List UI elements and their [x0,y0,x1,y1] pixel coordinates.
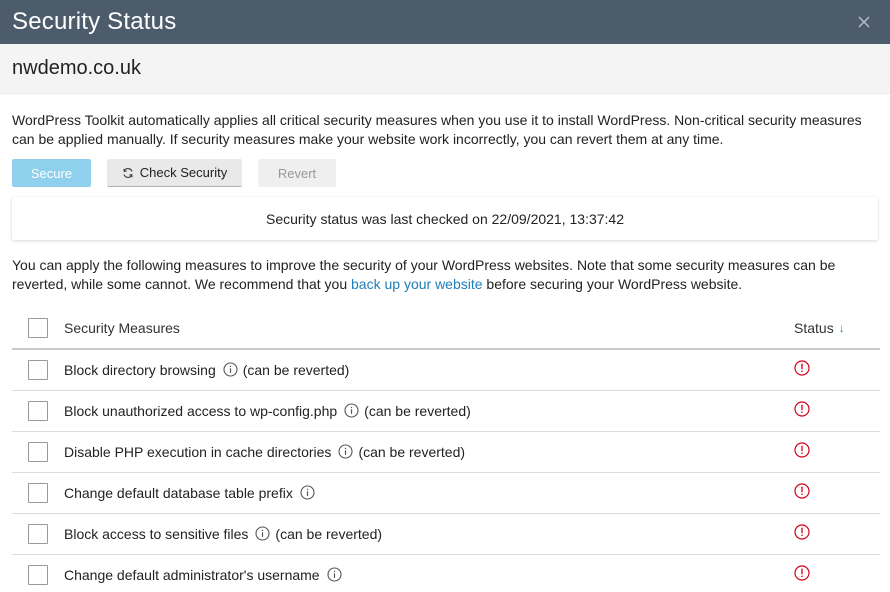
measures-info: You can apply the following measures to … [12,256,882,294]
column-header-measures[interactable]: Security Measures [64,320,180,336]
table-row: Disable PHP execution in cache directori… [12,431,880,472]
revertible-note: (can be reverted) [358,443,466,460]
security-measures-table: Security Measures Status ↓ Block directo… [12,307,880,592]
revertible-note: (can be reverted) [275,525,383,542]
measure-label: Disable PHP execution in cache directori… [64,443,332,460]
backup-link[interactable]: back up your website [351,276,483,292]
table-header-row: Security Measures Status ↓ [12,307,880,349]
measure-label: Change default database table prefix [64,484,293,501]
check-security-label: Check Security [139,165,228,180]
info-icon[interactable] [327,567,342,582]
info-icon[interactable] [255,526,270,541]
row-checkbox[interactable] [28,441,48,462]
measure-cell: Change default administrator's username [64,567,794,583]
info-icon[interactable] [223,362,238,377]
measure-cell: Block unauthorized access to wp-config.p… [64,403,794,419]
sort-down-icon: ↓ [838,320,845,335]
close-icon[interactable] [854,12,874,32]
row-checkbox[interactable] [28,523,48,544]
toolbar: Secure Check Security Revert [12,159,878,187]
dialog-content: WordPress Toolkit automatically applies … [0,111,890,592]
status-header-label: Status [794,319,834,336]
refresh-icon [122,167,134,179]
measure-cell: Change default database table prefix [64,485,794,501]
select-all-checkbox[interactable] [28,317,48,338]
measure-label: Block unauthorized access to wp-config.p… [64,402,338,419]
status-message: Security status was last checked on 22/0… [265,210,624,227]
table-row: Block access to sensitive files (can be … [12,513,880,554]
measure-cell: Block directory browsing (can be reverte… [64,362,794,378]
row-checkbox[interactable] [28,564,48,585]
revertible-note: (can be reverted) [364,402,471,419]
measure-label: Block access to sensitive files [64,525,249,542]
row-checkbox[interactable] [28,482,48,503]
secure-button[interactable]: Secure [12,159,91,187]
table-row: Block unauthorized access to wp-config.p… [12,390,880,431]
measure-label: Block directory browsing [64,361,216,378]
warning-status-icon [794,483,810,499]
table-row: Change default database table prefix [12,472,880,513]
warning-status-icon [794,524,810,540]
table-row: Change default administrator's username [12,554,880,592]
check-security-button[interactable]: Check Security [107,159,242,187]
column-header-status[interactable]: Status ↓ [794,320,880,336]
warning-status-icon [794,401,810,417]
warning-status-icon [794,360,810,376]
warning-status-icon [794,442,810,458]
table-row: Block directory browsing (can be reverte… [12,349,880,390]
revertible-note: (can be reverted) [242,361,350,378]
measure-label: Change default administrator's username [64,566,320,583]
info-icon[interactable] [344,403,359,418]
revert-button[interactable]: Revert [258,159,336,187]
row-checkbox[interactable] [28,359,48,380]
dialog-title: Security Status [12,8,177,35]
warning-status-icon [794,565,810,581]
info-icon[interactable] [338,444,353,459]
measure-cell: Block access to sensitive files (can be … [64,526,794,542]
status-message-box: Security status was last checked on 22/0… [12,197,878,240]
site-name: nwdemo.co.uk [12,57,141,79]
security-status-dialog: Security Status nwdemo.co.uk WordPress T… [0,0,890,592]
measure-cell: Disable PHP execution in cache directori… [64,444,794,460]
dialog-titlebar: Security Status [0,0,890,44]
site-header: nwdemo.co.uk [0,44,890,94]
intro-text: WordPress Toolkit automatically applies … [12,112,862,147]
info-icon[interactable] [300,485,315,500]
row-checkbox[interactable] [28,400,48,421]
measures-info-after: before securing your WordPress website. [482,276,743,292]
